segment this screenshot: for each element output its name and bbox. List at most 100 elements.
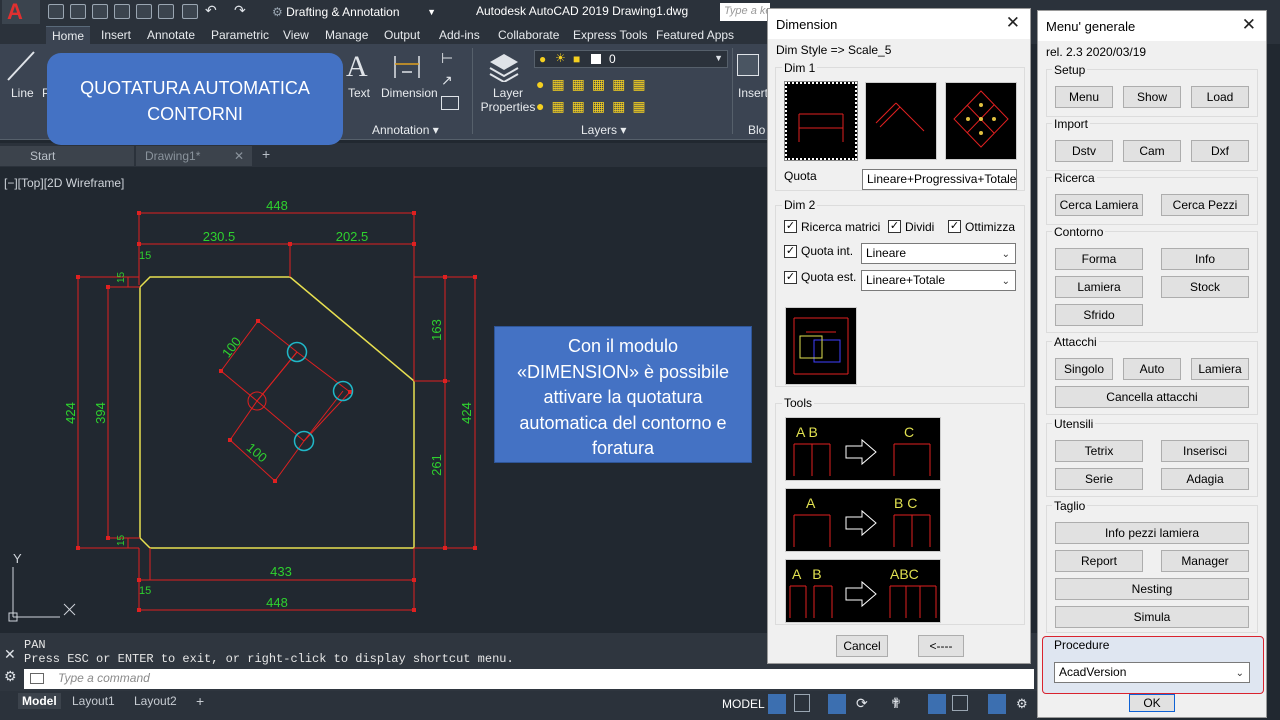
quota-int-select[interactable]: Lineare ⌄	[861, 243, 1016, 264]
procedure-select[interactable]: AcadVersion ⌄	[1054, 662, 1250, 683]
cancel-button[interactable]: Cancel	[836, 635, 888, 657]
tab-insert[interactable]: Insert	[101, 26, 131, 44]
tool-merge-button[interactable]: A B C	[785, 417, 941, 481]
show-button[interactable]: Show	[1123, 86, 1181, 108]
command-input[interactable]: Type a command	[24, 669, 1034, 689]
tab-parametric[interactable]: Parametric	[211, 26, 269, 44]
auto-button[interactable]: Auto	[1123, 358, 1181, 380]
quota-est-select[interactable]: Lineare+Totale ⌄	[861, 270, 1016, 291]
tab-start[interactable]: Start	[0, 146, 134, 166]
layer-properties-label[interactable]: Layer Properties	[479, 86, 537, 114]
annotation-panel-label[interactable]: Annotation ▾	[372, 123, 439, 137]
command-icon[interactable]	[30, 673, 44, 684]
tab-output[interactable]: Output	[384, 26, 420, 44]
quota-est-checkbox[interactable]: ✓	[784, 271, 797, 284]
annotation-scale-icon[interactable]	[952, 695, 968, 711]
dimension-tool-label[interactable]: Dimension	[381, 86, 438, 100]
manager-button[interactable]: Manager	[1161, 550, 1249, 572]
save-icon[interactable]	[92, 4, 108, 19]
info-button[interactable]: Info	[1161, 248, 1249, 270]
print-icon[interactable]	[158, 4, 174, 19]
nesting-button[interactable]: Nesting	[1055, 578, 1249, 600]
quota-select[interactable]: Lineare+Progressiva+Totale ⌄	[862, 169, 1017, 190]
layers-panel-label[interactable]: Layers ▾	[581, 123, 626, 137]
tab-layout2[interactable]: Layout2	[134, 693, 177, 709]
new-icon[interactable]	[48, 4, 64, 19]
app-logo[interactable]: A	[2, 0, 40, 24]
tab-collaborate[interactable]: Collaborate	[498, 26, 559, 44]
search-input[interactable]: Type a keyword or phrase	[720, 3, 770, 21]
tab-view[interactable]: View	[283, 26, 309, 44]
model-space-button[interactable]: MODEL	[722, 697, 765, 711]
text-tool-label[interactable]: Text	[348, 86, 370, 100]
dividi-checkbox[interactable]: ✓	[888, 220, 901, 233]
report-button[interactable]: Report	[1055, 550, 1143, 572]
wrench-icon[interactable]: ⚙	[4, 668, 17, 685]
layer-dropdown[interactable]: ● ☀ ■ 0 ▼	[534, 50, 728, 68]
layer-tools-icon[interactable]: ●▦▦▦▦▦	[536, 98, 653, 115]
inserisci-button[interactable]: Inserisci	[1161, 440, 1249, 462]
tool-join-button[interactable]: A B ABC	[785, 559, 941, 623]
insert-tool-label[interactable]: Insert	[738, 86, 768, 100]
tab-model[interactable]: Model	[18, 693, 61, 709]
load-button[interactable]: Load	[1191, 86, 1249, 108]
layer-properties-icon[interactable]	[488, 50, 520, 82]
open-icon[interactable]	[70, 4, 86, 19]
workspace-dropdown[interactable]: ⚙ Drafting & Annotation ▼	[268, 3, 438, 21]
close-icon[interactable]: ✕	[1006, 13, 1020, 33]
tab-layout1[interactable]: Layout1	[72, 693, 115, 709]
tab-add-ins[interactable]: Add-ins	[439, 26, 480, 44]
close-icon[interactable]: ✕	[4, 646, 16, 663]
line-tool-label[interactable]: Line	[11, 86, 34, 100]
lamiera-attacchi-button[interactable]: Lamiera	[1191, 358, 1249, 380]
stock-button[interactable]: Stock	[1161, 276, 1249, 298]
table-icon[interactable]	[441, 96, 459, 110]
tab-annotate[interactable]: Annotate	[147, 26, 195, 44]
workspace-switch-icon[interactable]: ⚙	[1016, 696, 1028, 712]
cerca-pezzi-button[interactable]: Cerca Pezzi	[1161, 194, 1249, 216]
block-panel-label[interactable]: Blo	[748, 123, 765, 137]
quota-int-checkbox[interactable]: ✓	[784, 245, 797, 258]
close-icon[interactable]: ✕	[1242, 15, 1256, 35]
dim1-option-grid[interactable]	[945, 82, 1017, 160]
cancella-attacchi-button[interactable]: Cancella attacchi	[1055, 386, 1249, 408]
serie-button[interactable]: Serie	[1055, 468, 1143, 490]
tab-manage[interactable]: Manage	[325, 26, 368, 44]
ricerca-matrici-checkbox[interactable]: ✓	[784, 220, 797, 233]
cerca-lamiera-button[interactable]: Cerca Lamiera	[1055, 194, 1143, 216]
tab-home[interactable]: Home	[46, 26, 91, 44]
save-as-icon[interactable]	[114, 4, 130, 19]
grid-toggle-icon[interactable]	[768, 694, 786, 714]
linear-dim-icon[interactable]: ⊢	[441, 50, 465, 66]
tetrix-button[interactable]: Tetrix	[1055, 440, 1143, 462]
tab-drawing1[interactable]: Drawing1* ✕	[136, 146, 252, 166]
dxf-button[interactable]: Dxf	[1191, 140, 1249, 162]
layer-tools-icon[interactable]: ●▦▦▦▦▦	[536, 76, 653, 93]
forma-button[interactable]: Forma	[1055, 248, 1143, 270]
line-tool-icon[interactable]	[6, 50, 36, 82]
add-layout-button[interactable]: +	[196, 693, 204, 709]
singolo-button[interactable]: Singolo	[1055, 358, 1113, 380]
insert-block-icon[interactable]	[737, 54, 759, 76]
dim1-option-orthogonal[interactable]	[784, 81, 858, 161]
ok-button[interactable]: OK	[1129, 694, 1175, 712]
sfrido-button[interactable]: Sfrido	[1055, 304, 1143, 326]
dim1-option-aligned[interactable]	[865, 82, 937, 160]
web-icon[interactable]	[136, 4, 152, 19]
lamiera-button[interactable]: Lamiera	[1055, 276, 1143, 298]
tool-split-button[interactable]: A B C	[785, 488, 941, 552]
cam-button[interactable]: Cam	[1123, 140, 1181, 162]
close-icon[interactable]: ✕	[234, 146, 244, 166]
dimension-tool-icon[interactable]	[392, 52, 422, 82]
ortho-toggle-icon[interactable]	[828, 694, 846, 714]
simula-button[interactable]: Simula	[1055, 606, 1249, 628]
polar-toggle-icon[interactable]: ⟳	[856, 695, 868, 712]
undo-icon[interactable]: ↶	[205, 2, 217, 19]
ottimizza-checkbox[interactable]: ✓	[948, 220, 961, 233]
redo-icon[interactable]: ↷	[234, 2, 246, 19]
new-tab-button[interactable]: +	[262, 146, 270, 162]
back-button[interactable]: <----	[918, 635, 964, 657]
osnap-toggle-icon[interactable]	[928, 694, 946, 714]
text-tool-icon[interactable]: A	[346, 50, 368, 84]
leader-icon[interactable]: ↗	[441, 72, 465, 88]
